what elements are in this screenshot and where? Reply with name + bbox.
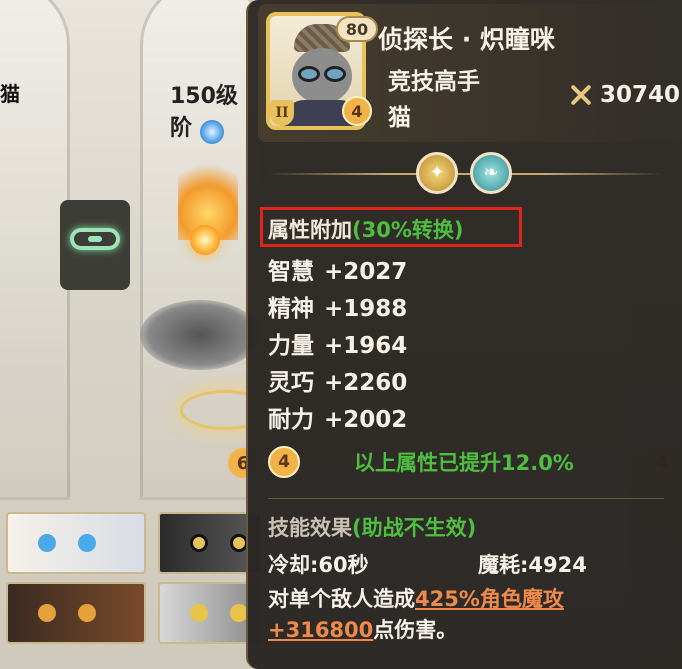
hero-card[interactable]: [158, 582, 260, 644]
stat-row: 耐力 +2002: [268, 400, 407, 434]
hero-tooltip-panel: 80 II 4 侦探长 · 炽瞳咪 竞技高手 猫 30740 ✦ ❧ 属性附加(…: [246, 0, 682, 669]
hero-star-badge: 4: [342, 96, 372, 126]
stat-value: +2027: [324, 259, 408, 285]
cat-fur-tail: [140, 300, 260, 370]
glasses-icon: [324, 66, 346, 82]
bonus-star-badge: 4: [268, 446, 300, 478]
hero-race: 猫: [388, 105, 411, 131]
bonus-text: 以上属性已提升12.0%: [354, 451, 574, 475]
background-label: 猫: [0, 82, 20, 106]
attribute-bonus-row: 4 以上属性已提升12.0%: [268, 446, 574, 478]
crossed-swords-icon: [566, 82, 596, 108]
hero-title: 竞技高手: [388, 69, 480, 95]
hero-card[interactable]: [6, 512, 146, 574]
stat-row: 智慧 +2027: [268, 252, 407, 286]
skill-title-text: 技能效果: [268, 516, 352, 540]
stat-label: 耐力: [268, 407, 314, 433]
blue-orb-icon: [200, 120, 224, 144]
stat-label: 灵巧: [268, 370, 314, 396]
skill-title: 技能效果(助战不生效): [268, 512, 476, 542]
attribute-conversion: (30%转换): [352, 218, 464, 242]
stat-label: 力量: [268, 333, 314, 359]
skill-desc-prefix: 对单个敌人造成: [268, 587, 415, 611]
divider: [268, 173, 664, 175]
hero-card[interactable]: [6, 582, 146, 644]
stat-value: +1988: [324, 296, 408, 322]
glasses-icon: [298, 66, 320, 82]
stat-value: +2002: [324, 407, 408, 433]
skill-gold-icon[interactable]: ✦: [416, 152, 458, 194]
attribute-title-text: 属性附加: [268, 218, 352, 242]
stat-value: +1964: [324, 333, 408, 359]
hero-card[interactable]: [158, 512, 260, 574]
attribute-title: 属性附加(30%转换): [268, 214, 463, 244]
hero-rank-badge: II: [270, 100, 294, 126]
link-chain-icon[interactable]: [70, 228, 120, 250]
hero-name: 侦探长 · 炽瞳咪: [378, 25, 555, 54]
stat-row: 力量 +1964: [268, 326, 407, 360]
stat-row: 灵巧 +2260: [268, 363, 407, 397]
combat-power-value: 30740: [600, 82, 681, 108]
stat-label: 智慧: [268, 259, 314, 285]
divider: [268, 498, 664, 499]
background-scene: 猫 150级 阶 6: [0, 0, 260, 669]
fire-orb-icon: [190, 225, 220, 255]
stat-label: 精神: [268, 296, 314, 322]
skill-cooldown: 冷却:60秒: [268, 553, 369, 577]
skill-description: 对单个敌人造成425%角色魔攻+316800点伤害。: [268, 584, 668, 646]
stat-value: +2260: [324, 370, 408, 396]
skill-mana-cost: 魔耗:4924: [478, 553, 587, 577]
combat-power: 30740: [566, 82, 680, 108]
skill-desc-suffix: 点伤害。: [373, 618, 458, 642]
skill-note: (助战不生效): [352, 516, 477, 540]
skill-feather-icon[interactable]: ❧: [470, 152, 512, 194]
stat-row: 精神 +1988: [268, 289, 407, 323]
hero-level-badge: 80: [336, 16, 378, 42]
